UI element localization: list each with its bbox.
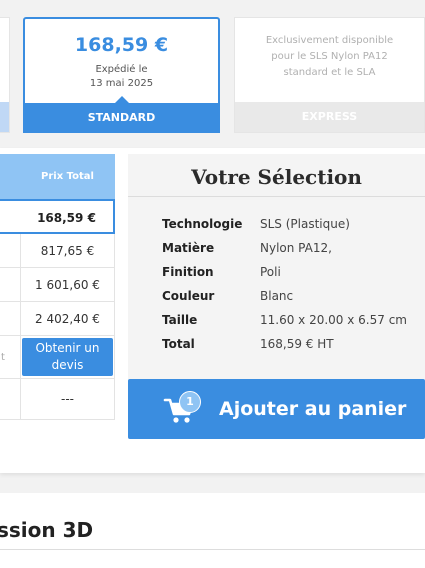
table-row: t Obtenir un devis xyxy=(0,336,115,379)
add-to-cart-label: Ajouter au panier xyxy=(219,398,407,420)
spec-value: 168,59 € HT xyxy=(260,337,334,351)
price-cell: 2 402,40 € xyxy=(20,302,114,335)
table-row[interactable]: 1 601,60 € xyxy=(0,268,115,302)
price-cell: 168,59 € xyxy=(37,211,96,225)
spec-key: Finition xyxy=(162,265,214,279)
table-row[interactable]: 2 402,40 € xyxy=(0,302,115,336)
standard-label: STANDARD xyxy=(23,103,220,133)
price-table-header: Prix Total xyxy=(0,154,115,199)
price-cell: --- xyxy=(20,379,114,419)
spec-value: Poli xyxy=(260,265,281,279)
spec-value: 11.60 x 20.00 x 6.57 cm xyxy=(260,313,407,327)
selected-caret-icon xyxy=(114,96,129,103)
quote-cell: Obtenir un devis xyxy=(20,336,114,378)
shipping-option-express[interactable]: Exclusivement disponible pour le SLS Nyl… xyxy=(234,17,425,133)
spec-key: Technologie xyxy=(162,217,243,231)
spec-key: Taille xyxy=(162,313,198,327)
spec-key: Couleur xyxy=(162,289,215,303)
spec-value: Nylon PA12, xyxy=(260,241,332,255)
shipping-option-standard[interactable]: 168,59 € Expédié le 13 mai 2025 STANDARD xyxy=(23,17,220,133)
spec-value: Blanc xyxy=(260,289,294,303)
standard-ship-date: Expédié le 13 mai 2025 xyxy=(25,63,218,91)
standard-ship-date-value: 13 mai 2025 xyxy=(89,78,154,89)
get-quote-button[interactable]: Obtenir un devis xyxy=(22,338,113,376)
price-cell: 817,65 € xyxy=(20,234,114,267)
truncated-text: t xyxy=(1,352,5,363)
express-note-line: Exclusivement disponible xyxy=(265,35,394,46)
table-row: --- xyxy=(0,379,115,420)
shipping-option-partial[interactable] xyxy=(0,17,10,133)
spec-key: Total xyxy=(162,337,195,351)
express-note-line: pour le SLS Nylon PA12 xyxy=(271,51,388,62)
shipping-option-partial-strip xyxy=(0,102,9,132)
express-availability-note: Exclusivement disponible pour le SLS Nyl… xyxy=(243,33,416,81)
cart-count-badge: 1 xyxy=(179,391,201,413)
table-row-selected[interactable]: 168,59 € xyxy=(0,199,115,234)
selection-title: Votre Sélection xyxy=(128,154,425,197)
price-cell: 1 601,60 € xyxy=(20,268,114,301)
standard-ship-label: Expédié le xyxy=(95,64,148,75)
spec-key: Matière xyxy=(162,241,215,255)
table-row[interactable]: 817,65 € xyxy=(0,234,115,268)
add-to-cart-button[interactable]: 1 Ajouter au panier xyxy=(128,379,425,439)
section-divider xyxy=(0,549,425,550)
section-title: ssion 3D xyxy=(0,518,94,542)
express-note-line: standard et le SLA xyxy=(283,67,376,78)
express-label: EXPRESS xyxy=(235,102,424,132)
price-table: Prix Total 168,59 € 817,65 € 1 601,60 € … xyxy=(0,154,115,420)
standard-price: 168,59 € xyxy=(74,34,169,56)
spec-value: SLS (Plastique) xyxy=(260,217,350,231)
